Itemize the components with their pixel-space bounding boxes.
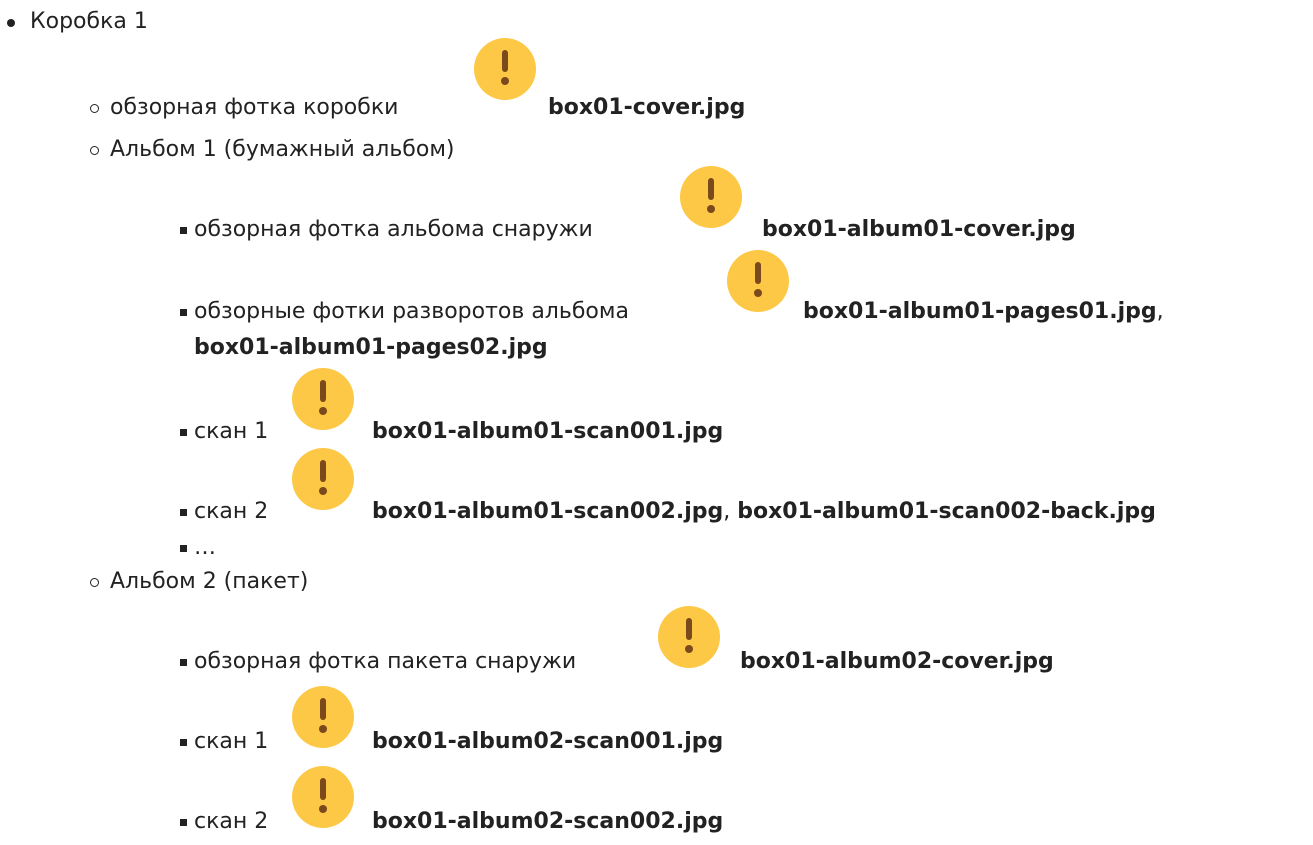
file-name: box01-album01-pages01.jpg <box>803 299 1157 324</box>
item-text: скан 2 <box>194 499 269 524</box>
file-name: box01-cover.jpg <box>548 95 746 120</box>
bullet-circle <box>90 146 99 155</box>
list-item-album1-cover: обзорная фотка альбома снаружи box01-alb… <box>0 216 1313 246</box>
list-item-box-cover: обзорная фотка коробки box01-cover.jpg <box>0 94 1313 124</box>
list-item-album1: Альбом 1 (бумажный альбом) <box>0 136 800 166</box>
bullet-square <box>180 429 187 436</box>
bullet-circle <box>90 578 99 587</box>
box-label: Коробка 1 <box>30 9 148 34</box>
list-item-album1-scan1: скан 1 box01-album01-scan001.jpg <box>0 418 1313 448</box>
file-name: box01-album02-scan001.jpg <box>372 729 724 754</box>
item-text: скан 1 <box>194 419 269 444</box>
warning-icon <box>727 250 789 312</box>
bullet-square <box>180 509 187 516</box>
album2-label: Альбом 2 (пакет) <box>110 569 309 594</box>
bullet-square <box>180 739 187 746</box>
warning-icon <box>680 166 742 228</box>
bullet-square <box>180 659 187 666</box>
warning-icon <box>292 448 354 510</box>
list-item-album1-pages-continued: box01-album01-pages02.jpg <box>0 334 800 364</box>
list-item-album2: Альбом 2 (пакет) <box>0 568 800 598</box>
file-name: box01-album02-scan002.jpg <box>372 809 724 834</box>
warning-icon <box>658 606 720 668</box>
item-text: скан 2 <box>194 809 269 834</box>
list-item-album2-cover: обзорная фотка пакета снаружи box01-albu… <box>0 648 1313 678</box>
bullet-circle <box>90 104 99 113</box>
file-name: box01-album02-cover.jpg <box>740 649 1054 674</box>
bullet-square <box>180 227 187 234</box>
list-item-album1-scan2: скан 2 box01-album01-scan002.jpg, box01-… <box>0 498 1313 528</box>
bullet-square <box>180 545 187 552</box>
item-text: … <box>194 535 216 560</box>
list-item-box: Коробка 1 <box>0 8 400 38</box>
bullet-square <box>180 819 187 826</box>
bullet-square <box>180 309 187 316</box>
warning-icon <box>474 38 536 100</box>
bullet-disc <box>7 19 15 27</box>
warning-icon <box>292 686 354 748</box>
warning-icon <box>292 766 354 828</box>
separator: , <box>1156 299 1164 324</box>
file-list: box01-album01-pages01.jpg, <box>803 298 1164 326</box>
item-text: обзорная фотка коробки <box>110 95 399 120</box>
file-name: box01-album01-scan001.jpg <box>372 419 724 444</box>
file-name: box01-album01-pages02.jpg <box>194 335 548 360</box>
item-text: обзорная фотка пакета снаружи <box>194 649 577 674</box>
item-text: обзорные фотки разворотов альбома <box>194 299 629 324</box>
item-text: обзорная фотка альбома снаружи <box>194 217 593 242</box>
list-item-album1-pages: обзорные фотки разворотов альбома box01-… <box>0 298 1313 328</box>
list-item-album2-scan1: скан 1 box01-album02-scan001.jpg <box>0 728 1313 758</box>
album1-label: Альбом 1 (бумажный альбом) <box>110 137 455 162</box>
file-name: box01-album01-cover.jpg <box>762 217 1076 242</box>
file-name: box01-album01-scan002-back.jpg <box>737 499 1156 524</box>
file-name: box01-album01-scan002.jpg <box>372 499 724 524</box>
file-list: box01-album01-scan002.jpg, box01-album01… <box>372 498 1156 526</box>
item-text: скан 1 <box>194 729 269 754</box>
warning-icon <box>292 368 354 430</box>
list-item-album2-scan2: скан 2 box01-album02-scan002.jpg <box>0 808 1313 838</box>
list-item-album1-more: … <box>0 534 300 564</box>
